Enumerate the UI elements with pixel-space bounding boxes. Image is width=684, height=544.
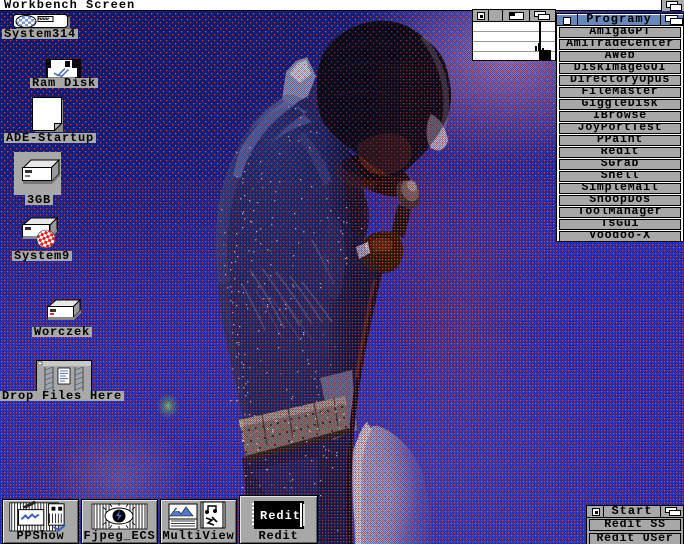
svg-text:Redit: Redit: [260, 509, 301, 523]
